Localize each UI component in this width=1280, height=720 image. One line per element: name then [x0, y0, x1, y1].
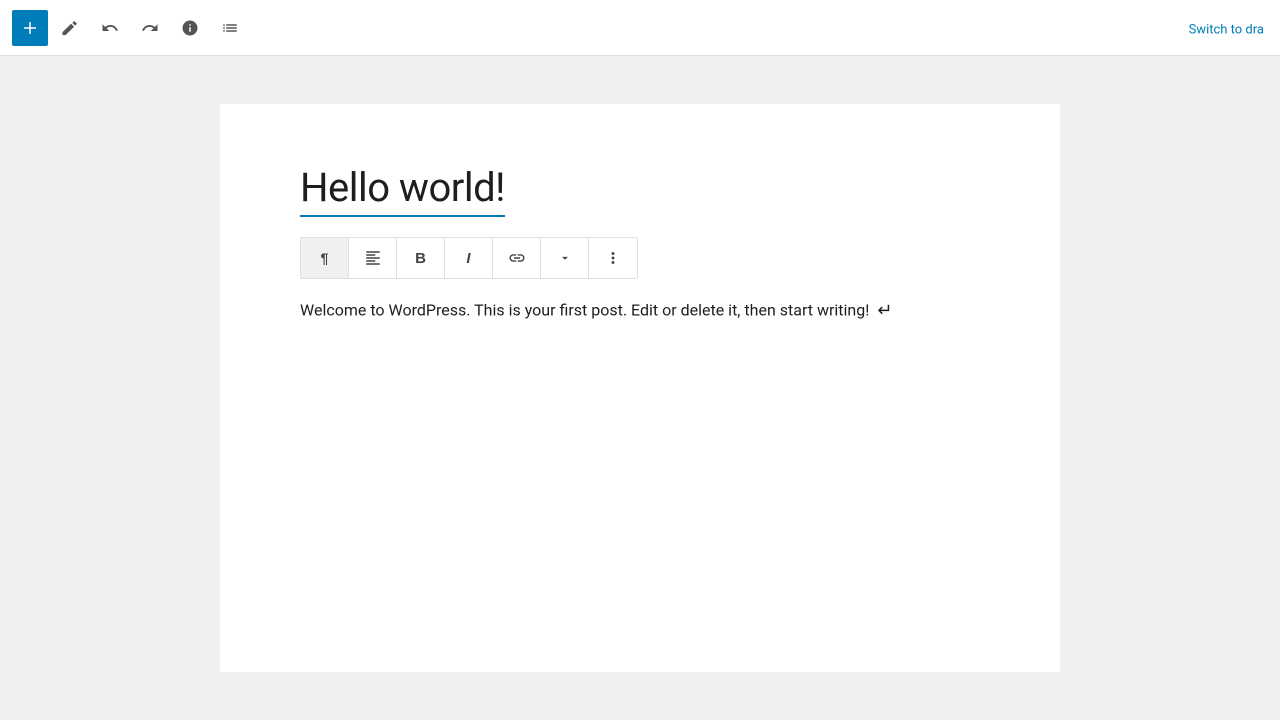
options-dots-icon [604, 249, 622, 267]
link-icon [508, 249, 526, 267]
paragraph-type-button[interactable]: ¶ [301, 238, 349, 278]
editor-canvas: Hello world! ¶ B I [220, 104, 1060, 672]
italic-button[interactable]: I [445, 238, 493, 278]
paragraph-content[interactable]: Welcome to WordPress. This is your first… [300, 295, 920, 327]
plus-icon [21, 19, 39, 37]
undo-icon [101, 19, 119, 37]
content-area: Hello world! ¶ B I [0, 56, 1280, 720]
list-view-button[interactable] [212, 10, 248, 46]
alignment-button[interactable] [349, 238, 397, 278]
italic-icon: I [466, 250, 470, 267]
bold-button[interactable]: B [397, 238, 445, 278]
chevron-down-icon [558, 251, 572, 265]
pen-icon [61, 19, 79, 37]
toolbar-left-group [12, 10, 248, 46]
add-block-button[interactable] [12, 10, 48, 46]
list-view-icon [221, 19, 239, 37]
redo-icon [141, 19, 159, 37]
undo-button[interactable] [92, 10, 128, 46]
post-title[interactable]: Hello world! [300, 164, 505, 217]
info-icon [181, 19, 199, 37]
info-button[interactable] [172, 10, 208, 46]
paragraph-text: Welcome to WordPress. This is your first… [300, 300, 869, 319]
top-toolbar: Switch to dra [0, 0, 1280, 56]
more-rich-options-button[interactable] [541, 238, 589, 278]
tools-button[interactable] [52, 10, 88, 46]
bold-icon: B [415, 250, 426, 267]
redo-button[interactable] [132, 10, 168, 46]
cursor-icon: ↵ [877, 295, 892, 327]
switch-to-draft-link[interactable]: Switch to dra [1189, 22, 1264, 37]
link-button[interactable] [493, 238, 541, 278]
block-toolbar: ¶ B I [300, 237, 638, 279]
paragraph-icon: ¶ [321, 250, 329, 266]
align-icon [364, 249, 382, 267]
toolbar-right-group: Switch to dra [1189, 18, 1264, 37]
block-options-button[interactable] [589, 238, 637, 278]
